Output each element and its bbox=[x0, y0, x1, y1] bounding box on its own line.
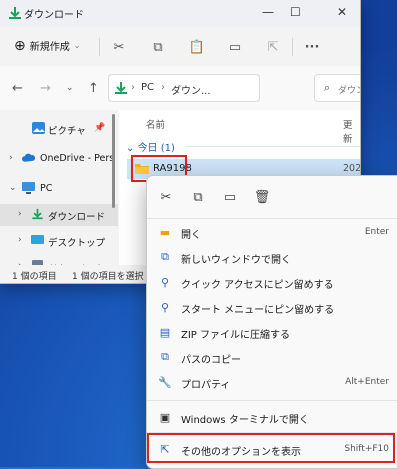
file-date: 202 bbox=[343, 163, 361, 174]
chevron-right-icon[interactable]: › bbox=[18, 209, 22, 219]
share-icon[interactable]: ⇱ bbox=[264, 38, 282, 56]
context-menu: ✂ ⧉ ▭ 🗑 ▬ 開く Enter ⧉ 新しいウィンドウで開く ⚲ クイック … bbox=[146, 175, 397, 469]
menu-label: クイック アクセスにピン留めする bbox=[181, 280, 334, 291]
column-header-updated[interactable]: 更新 bbox=[343, 117, 360, 145]
nav-item-desktop[interactable]: › デスクトップ bbox=[0, 230, 118, 252]
context-menu-toolbar: ✂ ⧉ ▭ 🗑 bbox=[147, 176, 397, 218]
breadcrumb-downloads[interactable]: ダウン... bbox=[171, 82, 211, 97]
command-bar: ⊕ 新規作成 ⌄ ✂ ⧉ 📋 ▭ ⇱ ··· bbox=[0, 26, 360, 67]
menu-divider bbox=[147, 400, 397, 401]
nav-item-downloads[interactable]: › ダウンロード bbox=[0, 204, 118, 226]
maximize-icon[interactable]: ☐ bbox=[290, 5, 301, 19]
pc-icon bbox=[22, 182, 35, 194]
pictures-icon bbox=[32, 122, 45, 134]
recent-chevron-icon[interactable]: ⌄ bbox=[66, 83, 74, 93]
divider bbox=[99, 38, 100, 56]
address-bar[interactable]: › PC › ダウン... bbox=[108, 74, 260, 102]
highlight-box-more-options bbox=[147, 433, 395, 463]
navigation-pane: ピクチャ 📌 › OneDrive - Pers ⌄ PC › ダウンロード ›… bbox=[0, 110, 118, 275]
download-icon bbox=[115, 82, 127, 94]
new-window-icon: ⧉ bbox=[161, 250, 169, 263]
download-icon bbox=[32, 208, 43, 220]
nav-item-onedrive[interactable]: › OneDrive - Pers bbox=[0, 148, 118, 170]
menu-item-open-new-window[interactable]: ⧉ 新しいウィンドウで開く bbox=[147, 245, 397, 270]
chevron-right-icon: › bbox=[161, 82, 165, 93]
up-icon[interactable]: ↑ bbox=[88, 81, 99, 96]
search-placeholder: ダウンロ bbox=[338, 86, 360, 96]
more-icon[interactable]: ··· bbox=[303, 38, 321, 56]
folder-open-icon: ▬ bbox=[159, 225, 171, 239]
cut-icon[interactable]: ✂ bbox=[110, 38, 128, 56]
status-selected: 1 個の項目を選択 bbox=[72, 272, 144, 282]
chevron-right-icon[interactable]: › bbox=[18, 235, 22, 245]
address-row: ← → ⌄ ↑ › PC › ダウン... ⌕ ダウンロ bbox=[0, 66, 360, 110]
group-label: 今日 (1) bbox=[137, 143, 175, 154]
pin-icon: ⚲ bbox=[160, 300, 170, 314]
nav-label: OneDrive - Pers bbox=[40, 153, 115, 164]
menu-label: ZIP ファイルに圧縮する bbox=[181, 330, 291, 341]
plus-icon: ⊕ bbox=[14, 37, 26, 54]
minimize-icon[interactable]: — bbox=[262, 5, 274, 19]
menu-item-copy-path[interactable]: ⧉ パスのコピー bbox=[147, 345, 397, 370]
group-header-today[interactable]: ⌄ 今日 (1) bbox=[126, 139, 175, 154]
nav-label: ピクチャ bbox=[48, 126, 86, 137]
menu-item-open[interactable]: ▬ 開く Enter bbox=[147, 220, 397, 245]
menu-label: 開く bbox=[181, 230, 201, 241]
properties-icon: 🔧 bbox=[158, 375, 172, 389]
desktop-icon bbox=[31, 235, 44, 244]
nav-item-pictures[interactable]: ピクチャ 📌 bbox=[0, 118, 118, 140]
menu-label: Windows ターミナルで開く bbox=[181, 415, 309, 426]
pin-icon: ⚲ bbox=[160, 275, 170, 289]
search-icon: ⌕ bbox=[324, 81, 331, 94]
copy-icon[interactable]: ⧉ bbox=[149, 38, 167, 56]
menu-label: プロパティ bbox=[181, 380, 231, 391]
chevron-right-icon: › bbox=[131, 82, 135, 93]
nav-label: デスクトップ bbox=[48, 238, 106, 249]
close-icon[interactable]: ✕ bbox=[337, 5, 347, 19]
column-header-name[interactable]: 名前 bbox=[146, 117, 165, 131]
menu-item-pin-quick-access[interactable]: ⚲ クイック アクセスにピン留めする bbox=[147, 270, 397, 295]
search-box[interactable]: ⌕ ダウンロ bbox=[314, 74, 360, 102]
new-label: 新規作成 bbox=[29, 42, 70, 53]
chevron-down-icon: ⌄ bbox=[126, 143, 138, 154]
title-bar: ダウンロード — ☐ ✕ bbox=[0, 0, 360, 26]
copy-icon[interactable]: ⧉ bbox=[189, 188, 207, 206]
status-item-count: 1 個の項目 bbox=[12, 272, 57, 282]
cut-icon[interactable]: ✂ bbox=[157, 188, 175, 206]
menu-item-pin-start[interactable]: ⚲ スタート メニューにピン留めする bbox=[147, 295, 397, 320]
chevron-down-icon: ⌄ bbox=[73, 41, 81, 50]
delete-icon[interactable]: 🗑 bbox=[253, 188, 271, 206]
terminal-icon: ▣ bbox=[159, 410, 171, 424]
menu-label: 新しいウィンドウで開く bbox=[181, 255, 291, 266]
group-divider bbox=[185, 146, 360, 147]
menu-label: パスのコピー bbox=[181, 355, 241, 366]
menu-item-open-terminal[interactable]: ▣ Windows ターミナルで開く bbox=[147, 405, 397, 430]
chevron-right-icon[interactable]: › bbox=[9, 153, 13, 163]
menu-item-properties[interactable]: 🔧 プロパティ Alt+Enter bbox=[147, 370, 397, 395]
back-icon[interactable]: ← bbox=[12, 81, 23, 96]
menu-label: スタート メニューにピン留めする bbox=[181, 305, 335, 316]
cloud-icon bbox=[22, 153, 35, 162]
divider bbox=[292, 38, 293, 56]
rename-icon[interactable]: ▭ bbox=[226, 38, 244, 56]
nav-label: ダウンロード bbox=[48, 212, 106, 223]
breadcrumb-pc[interactable]: PC bbox=[141, 82, 154, 93]
menu-shortcut: Enter bbox=[364, 227, 389, 237]
copy-path-icon: ⧉ bbox=[161, 350, 169, 363]
pin-icon[interactable]: 📌 bbox=[94, 123, 105, 133]
paste-icon[interactable]: 📋 bbox=[188, 38, 206, 56]
nav-label: PC bbox=[40, 183, 53, 194]
forward-icon[interactable]: → bbox=[40, 81, 51, 96]
window-title: ダウンロード bbox=[24, 10, 84, 21]
download-icon bbox=[9, 7, 21, 19]
chevron-down-icon[interactable]: ⌄ bbox=[9, 183, 17, 193]
menu-divider bbox=[147, 218, 397, 219]
menu-shortcut: Alt+Enter bbox=[345, 377, 389, 387]
nav-scrollbar[interactable] bbox=[112, 114, 115, 208]
menu-item-compress-zip[interactable]: ▤ ZIP ファイルに圧縮する bbox=[147, 320, 397, 345]
new-button[interactable]: ⊕ 新規作成 ⌄ bbox=[14, 37, 81, 54]
zip-icon: ▤ bbox=[159, 325, 171, 339]
rename-icon[interactable]: ▭ bbox=[221, 188, 239, 206]
nav-item-pc[interactable]: ⌄ PC bbox=[0, 178, 118, 200]
